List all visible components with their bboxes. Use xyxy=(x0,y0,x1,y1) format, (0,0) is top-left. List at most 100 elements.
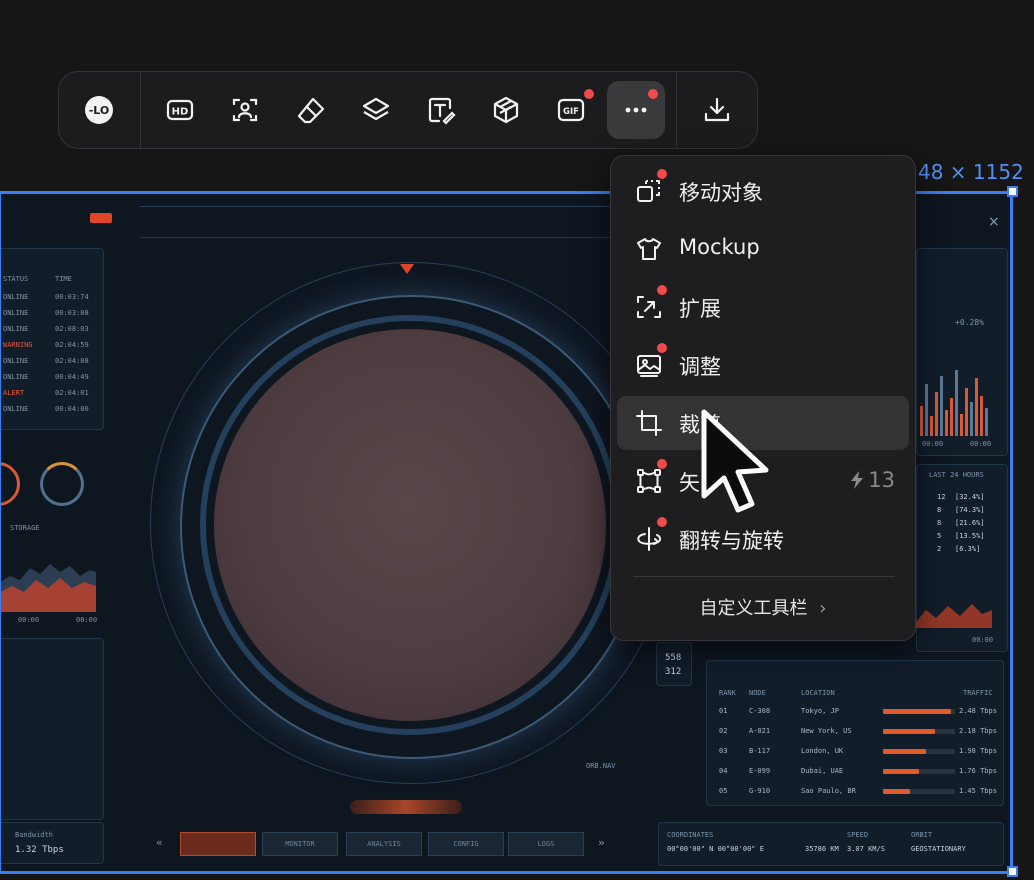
orbit-value: GEOSTATIONARY xyxy=(911,845,966,853)
bandwidth-panel: Bandwidth 1.32 Tbps xyxy=(0,822,104,864)
nav-prev[interactable]: « xyxy=(156,836,163,849)
menu-item-flip-rotate[interactable]: 翻转与旋转 xyxy=(617,512,909,566)
layers-button[interactable] xyxy=(347,81,405,139)
storage-label: STORAGE xyxy=(10,524,40,532)
floating-toolbar: -LO HD GIF xyxy=(58,71,758,149)
col-node: NODE xyxy=(749,689,766,697)
bandwidth-value: 1.32 Tbps xyxy=(15,845,64,855)
3d-box-button[interactable] xyxy=(477,81,535,139)
gauge-ring-right xyxy=(40,462,84,506)
nav-next[interactable]: » xyxy=(598,836,605,849)
stat-percent: [13.5%] xyxy=(955,532,985,540)
move-object-icon xyxy=(635,177,663,205)
badge-panel: 558 312 xyxy=(656,642,692,686)
rank-cell: 02 xyxy=(719,727,728,735)
logo-button[interactable]: -LO xyxy=(70,81,128,139)
spike-bar xyxy=(945,410,948,436)
menu-item-move-object[interactable]: 移动对象 xyxy=(617,164,909,218)
logo-icon: -LO xyxy=(85,96,113,124)
resize-handle-top-right[interactable] xyxy=(1007,186,1018,197)
portrait-select-icon xyxy=(232,98,258,122)
chevron-right-icon: › xyxy=(819,598,827,619)
portrait-select-button[interactable] xyxy=(216,81,274,139)
text-edit-icon xyxy=(428,97,456,125)
traffic-bar xyxy=(883,749,926,754)
download-button[interactable] xyxy=(688,81,746,139)
spike-bar xyxy=(940,376,943,436)
vector-new-dot xyxy=(657,459,667,469)
location-cell: London, UK xyxy=(801,747,844,755)
status-panel: STATUS TIME ONLINE 00:03:74 ONLINE 00:03:08… xyxy=(0,248,104,430)
customize-label: 自定义工具栏 xyxy=(699,598,808,619)
node-cell: G-910 xyxy=(749,787,771,795)
rank-cell: 03 xyxy=(719,747,728,755)
nav-tab[interactable]: LOGS xyxy=(508,832,584,856)
nav-tab[interactable]: MONITOR xyxy=(262,832,338,856)
menu-item-adjust[interactable]: 调整 xyxy=(617,338,909,392)
traffic-cell: 1.45 Tbps xyxy=(959,787,997,795)
menu-label: Mockup xyxy=(679,235,760,259)
spike-bar xyxy=(960,414,963,436)
traffic-table: RANK NODE LOCATION TRAFFIC 01 C-308 Tokyo,… xyxy=(706,660,1004,806)
close-glyph[interactable]: × xyxy=(988,214,1000,230)
status-cell: ONLINE xyxy=(3,293,29,301)
menu-item-mockup[interactable]: Mockup xyxy=(617,222,909,276)
speed-value: 3.07 KM/S xyxy=(847,845,885,853)
status-cell: ONLINE xyxy=(3,309,29,317)
time-cell: 00:04:49 xyxy=(55,373,89,381)
time-cell: 02:04:01 xyxy=(55,389,89,397)
spike-bar xyxy=(965,388,968,436)
spike-bar xyxy=(970,402,973,436)
customize-toolbar-link[interactable]: 自定义工具栏 › xyxy=(611,588,915,630)
mini-axis: 00:00 xyxy=(972,636,994,644)
time-cell: 00:04:00 xyxy=(55,405,89,413)
nav-tab[interactable]: ANALYSIS xyxy=(346,832,422,856)
side-tag: ORB.NAV xyxy=(586,762,616,770)
spike-bar xyxy=(920,406,923,436)
adjust-image-icon xyxy=(635,351,663,379)
top-triangle-marker xyxy=(400,264,414,274)
nav-tab[interactable]: CONFIG xyxy=(428,832,504,856)
time-cell: 02:04:59 xyxy=(55,341,89,349)
col-traffic: TRAFFIC xyxy=(963,689,993,697)
svg-text:GIF: GIF xyxy=(563,107,579,117)
eraser-icon xyxy=(297,97,325,124)
menu-label: 矢 xyxy=(679,471,700,495)
gauge-ring-left xyxy=(0,462,20,506)
resize-handle-bottom-right[interactable] xyxy=(1007,866,1018,877)
badge-top: 558 xyxy=(665,653,682,663)
right-axis-end: 00:00 xyxy=(970,440,992,448)
spike-bar xyxy=(975,378,978,436)
flip-rotate-new-dot xyxy=(657,517,667,527)
nav-tab[interactable] xyxy=(180,832,256,856)
stat-count: 5 xyxy=(937,532,942,540)
coord-label: COORDINATES xyxy=(667,831,714,839)
lightning-icon xyxy=(851,471,864,489)
bottom-slider xyxy=(350,800,462,814)
dimension-label: 48 × 1152 xyxy=(918,160,1024,184)
more-tools-menu: 移动对象 Mockup 扩展 调整 裁剪 矢 13 翻转与旋转 自定义工具栏 › xyxy=(610,155,916,641)
bandwidth-label: Bandwidth xyxy=(15,831,53,839)
time-cell: 02:04:08 xyxy=(55,357,89,365)
top-frame-bar xyxy=(140,206,610,238)
expand-new-dot xyxy=(657,285,667,295)
stat-percent: [21.6%] xyxy=(955,519,985,527)
stat-percent: [6.3%] xyxy=(955,545,981,553)
coord-value: 00°00'00" N 00°00'00" E xyxy=(667,845,764,853)
menu-item-expand[interactable]: 扩展 xyxy=(617,280,909,334)
spike-bar xyxy=(950,398,953,436)
toolbar-divider-left xyxy=(140,72,141,148)
traffic-cell: 2.48 Tbps xyxy=(959,707,997,715)
delta-label: +0.28% xyxy=(955,318,984,327)
hd-icon: HD xyxy=(166,99,194,121)
menu-label: 调整 xyxy=(679,355,721,379)
eraser-button[interactable] xyxy=(282,81,340,139)
text-edit-button[interactable] xyxy=(412,81,470,139)
spike-bar xyxy=(925,384,928,436)
traffic-cell: 2.18 Tbps xyxy=(959,727,997,735)
time-cell: 00:03:08 xyxy=(55,309,89,317)
left-lower-panel xyxy=(0,638,104,820)
hd-button[interactable]: HD xyxy=(151,81,209,139)
altitude-value: 35786 KM xyxy=(805,845,839,853)
more-new-dot xyxy=(648,89,658,99)
